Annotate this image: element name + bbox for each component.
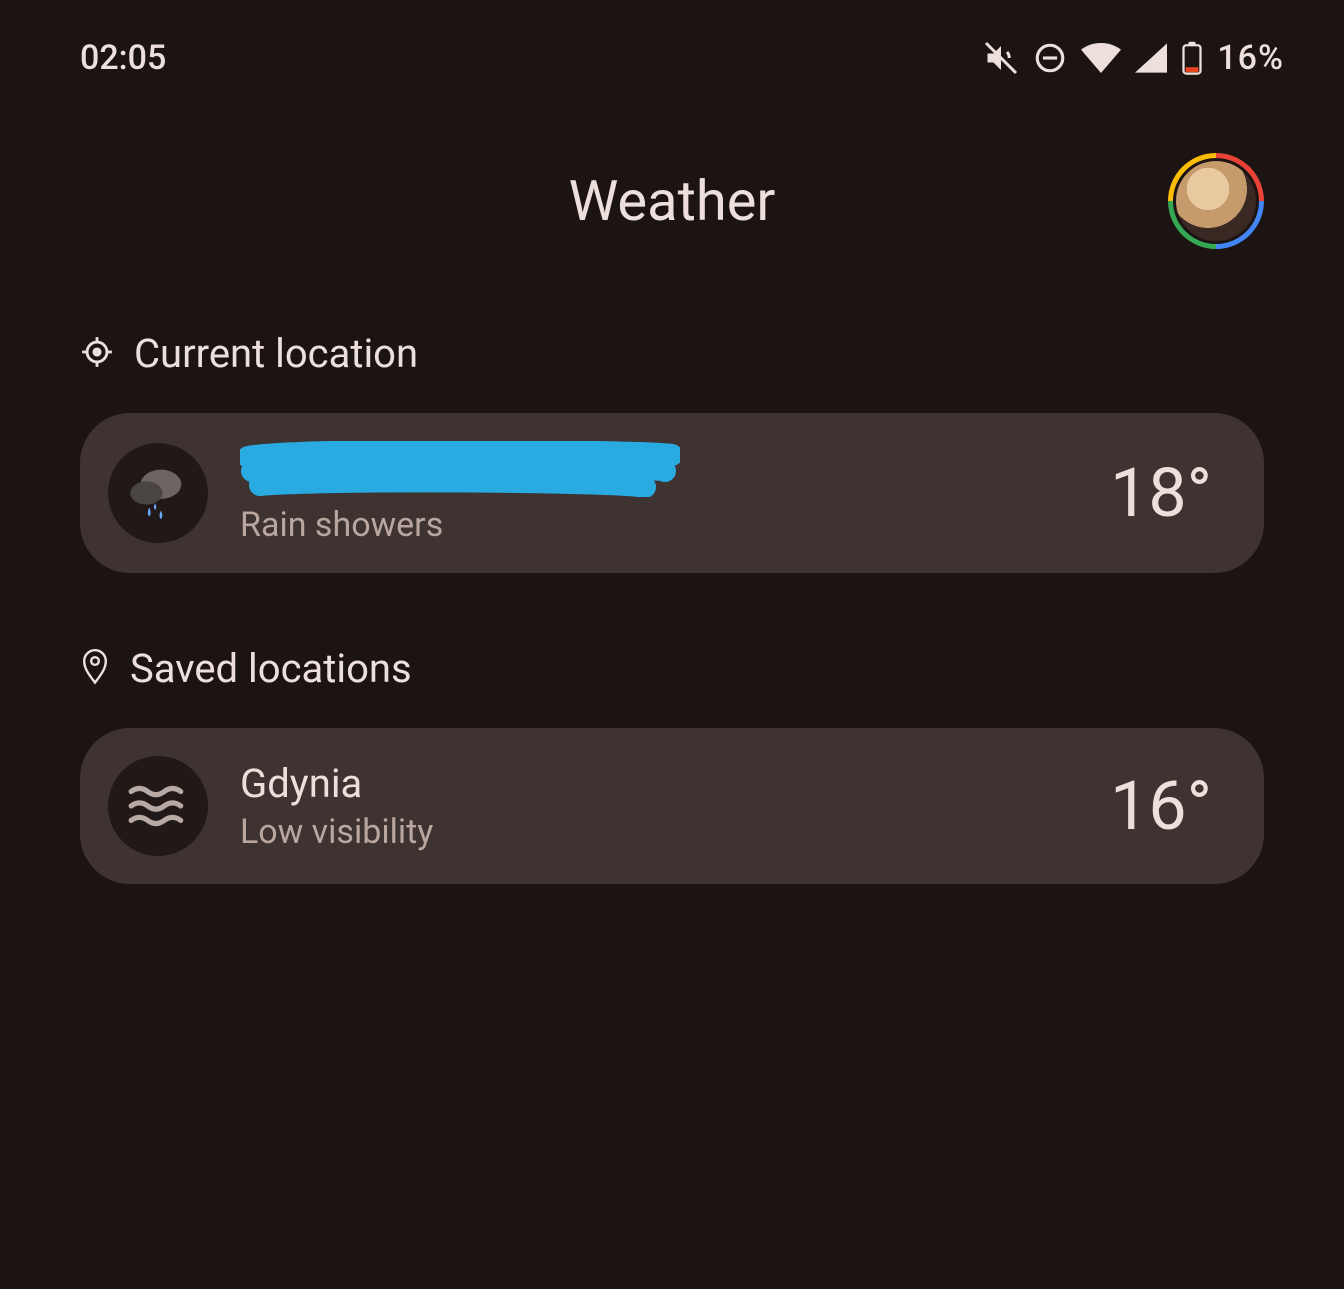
location-name: Gdynia	[240, 760, 1078, 808]
temperature: 18°	[1110, 453, 1212, 533]
battery-text: 16%	[1217, 38, 1284, 78]
card-text: Gdynia Low visibility	[240, 760, 1078, 852]
avatar-image	[1173, 158, 1259, 244]
current-location-card[interactable]: Rain showers 18°	[80, 413, 1264, 573]
condition-text: Rain showers	[240, 505, 1078, 545]
pin-icon	[80, 649, 110, 689]
dnd-icon	[1033, 41, 1067, 75]
header: Weather	[0, 168, 1344, 234]
location-target-icon	[80, 335, 114, 373]
profile-avatar[interactable]	[1168, 153, 1264, 249]
status-bar: 02:05	[0, 0, 1344, 78]
section-header-current: Current location	[80, 330, 1264, 377]
section-header-saved: Saved locations	[80, 645, 1264, 692]
status-icons: 16%	[983, 38, 1284, 78]
temperature: 16°	[1110, 766, 1212, 846]
battery-icon	[1181, 41, 1203, 75]
weather-icon-fog	[108, 756, 208, 856]
redacted-location-name	[240, 441, 1078, 501]
card-text: Rain showers	[240, 441, 1078, 545]
condition-text: Low visibility	[240, 812, 1078, 852]
status-time: 02:05	[80, 38, 166, 78]
current-location-label: Current location	[134, 330, 418, 377]
mute-icon	[983, 40, 1019, 76]
cellular-icon	[1135, 43, 1167, 73]
page-title: Weather	[569, 168, 776, 234]
saved-locations-label: Saved locations	[130, 645, 412, 692]
wifi-icon	[1081, 43, 1121, 73]
weather-icon-rain	[108, 443, 208, 543]
saved-location-card[interactable]: Gdynia Low visibility 16°	[80, 728, 1264, 884]
